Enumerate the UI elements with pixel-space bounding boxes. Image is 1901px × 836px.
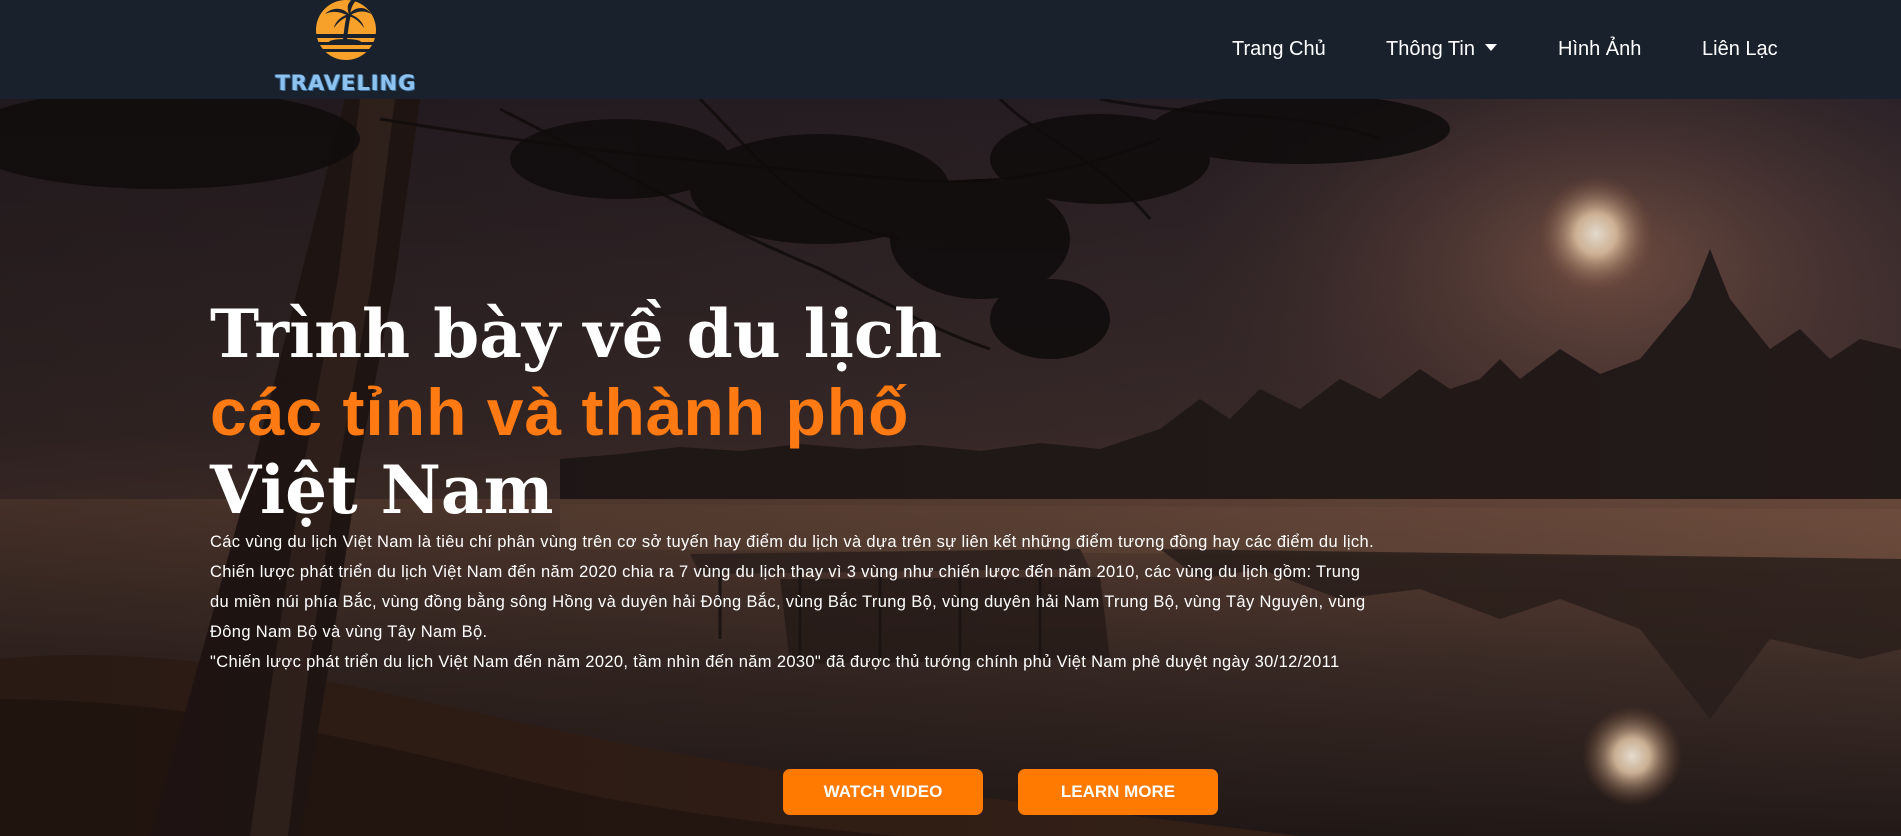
hero-title-line3: Việt Nam [210, 451, 554, 529]
hero-description: Các vùng du lịch Việt Nam là tiêu chí ph… [210, 527, 1380, 677]
hero-paragraph-1: Các vùng du lịch Việt Nam là tiêu chí ph… [210, 533, 1374, 641]
nav-home-link[interactable]: Trang Chủ [1232, 38, 1326, 61]
nav-photos-link[interactable]: Hình Ảnh [1558, 38, 1641, 61]
nav-info-dropdown[interactable]: Thông Tin [1386, 38, 1497, 61]
nav-info-label: Thông Tin [1386, 38, 1475, 60]
caret-down-icon [1484, 44, 1497, 52]
top-navbar: TRAVELING Trang Chủ Thông Tin Hình Ảnh L… [0, 0, 1901, 99]
main-nav: Trang Chủ Thông Tin Hình Ảnh Liên Lạc [0, 0, 1901, 99]
hero-title: Trình bày về du lịch các tỉnh và thành p… [210, 295, 1210, 529]
watch-video-button[interactable]: WATCH VIDEO [783, 769, 983, 815]
hero-section: Trình bày về du lịch các tỉnh và thành p… [0, 99, 1901, 836]
hero-title-line1: Trình bày về du lịch [210, 295, 943, 373]
nav-contact-link[interactable]: Liên Lạc [1702, 38, 1778, 61]
hero-title-line2: các tỉnh và thành phố [210, 375, 910, 449]
learn-more-button[interactable]: LEARN MORE [1018, 769, 1218, 815]
hero-paragraph-2: "Chiến lược phát triển du lịch Việt Nam … [210, 653, 1340, 671]
